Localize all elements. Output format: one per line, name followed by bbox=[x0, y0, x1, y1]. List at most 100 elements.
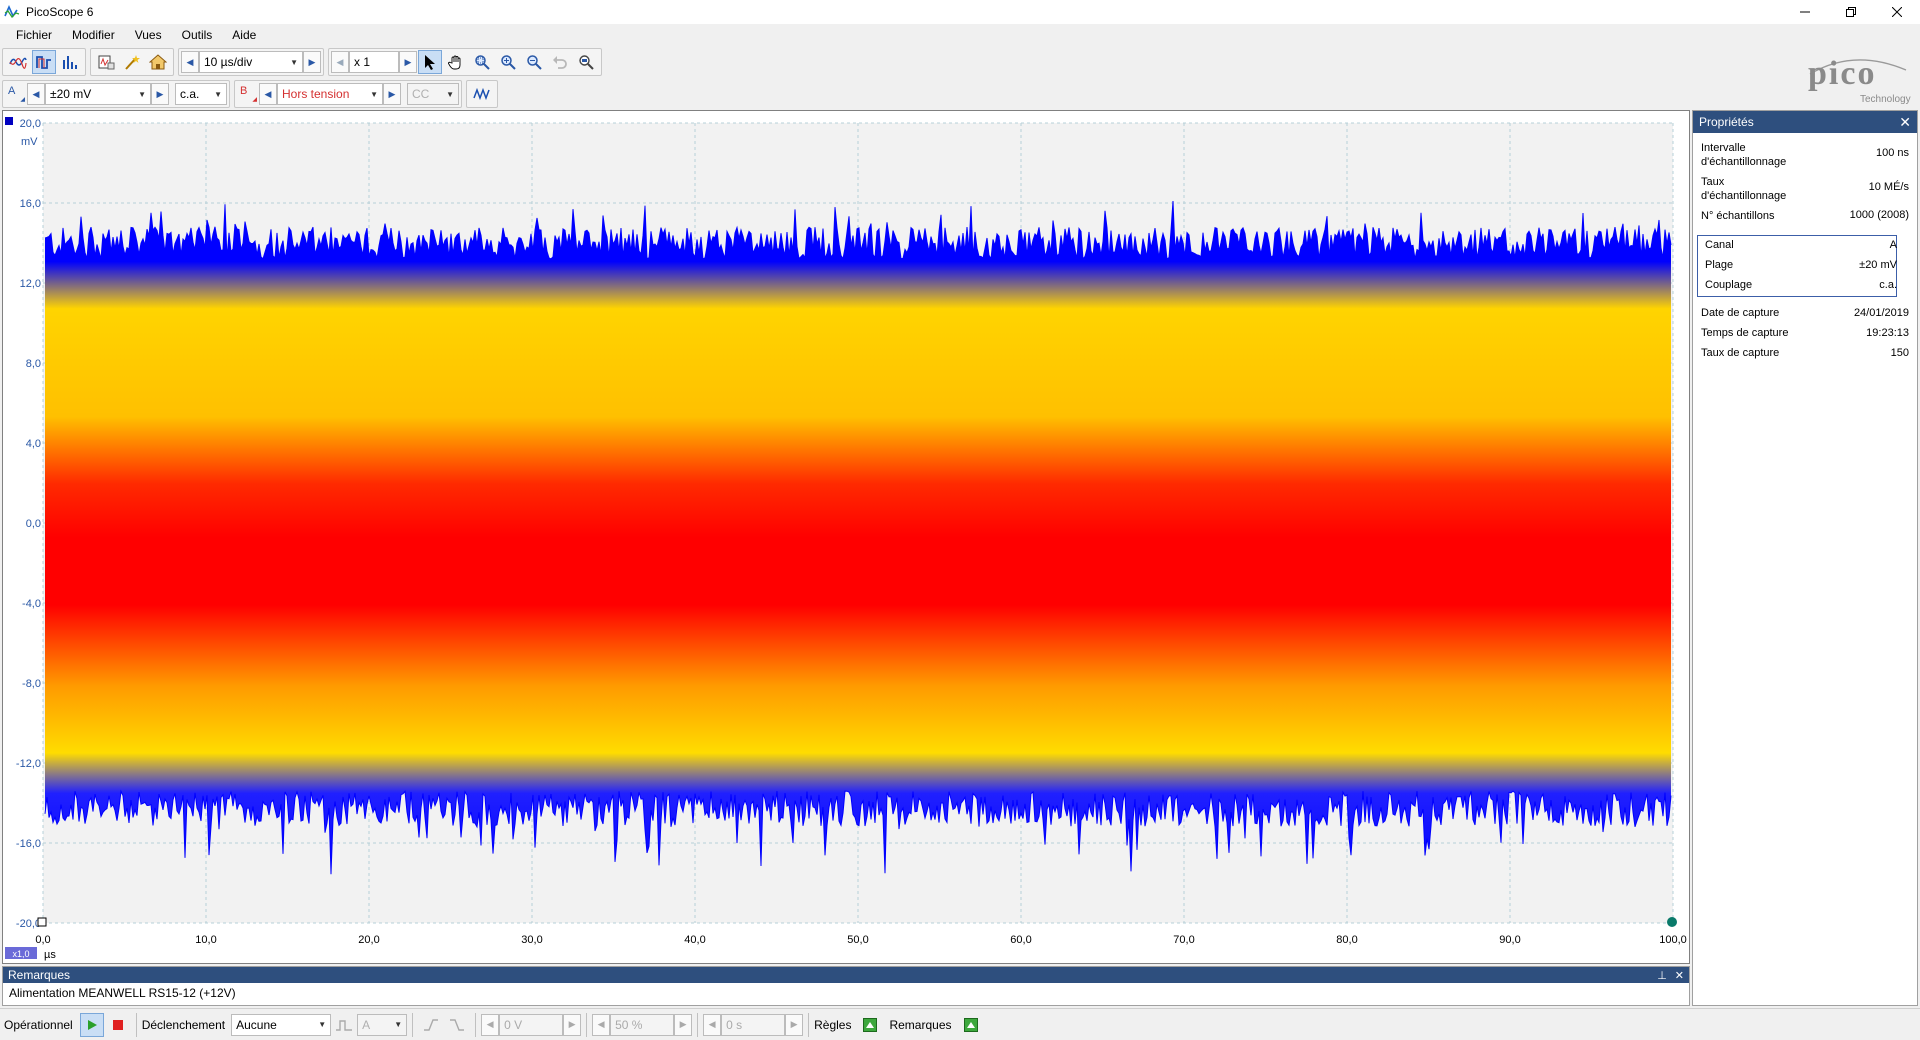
menu-outils[interactable]: Outils bbox=[172, 24, 223, 46]
home-button[interactable] bbox=[146, 50, 170, 74]
range-b-prev-button[interactable]: ◀ bbox=[259, 83, 277, 105]
timebase-value: 10 µs/div bbox=[204, 55, 253, 69]
prop-label: N° échantillons bbox=[1701, 210, 1775, 222]
prop-value: ±20 mV bbox=[1859, 259, 1897, 271]
rules-label: Règles bbox=[814, 1017, 852, 1032]
range-b-next-button[interactable]: ▶ bbox=[383, 83, 401, 105]
trigger-channel-select: A ▼ bbox=[357, 1013, 408, 1036]
menu-vues[interactable]: Vues bbox=[125, 24, 172, 46]
y-tick-label: -20,0 bbox=[16, 918, 41, 930]
divider bbox=[586, 1012, 588, 1037]
range-a-select[interactable]: ±20 mV ▼ bbox=[45, 83, 151, 105]
channel-a-button[interactable]: A ◢ bbox=[5, 83, 27, 105]
coupling-a-select[interactable]: c.a. ▼ bbox=[175, 83, 227, 105]
home-icon bbox=[149, 54, 167, 70]
timebase-prev-button[interactable]: ◀ bbox=[181, 51, 199, 73]
restore-button[interactable] bbox=[1828, 0, 1874, 24]
new-view-button[interactable] bbox=[94, 50, 118, 74]
y-tick-label: 4,0 bbox=[26, 438, 41, 450]
zoom-group: ◀ x 1 ▶ bbox=[328, 48, 602, 76]
menu-aide[interactable]: Aide bbox=[222, 24, 266, 46]
channel-toolbar: A ◢ ◀ ±20 mV ▼ ▶ c.a. ▼ B ◢ ◀ Hors tension… bbox=[0, 79, 502, 109]
minimize-button[interactable] bbox=[1782, 0, 1828, 24]
trigger-marker-icon[interactable] bbox=[37, 917, 47, 927]
menu-modifier[interactable]: Modifier bbox=[62, 24, 125, 46]
pretrigger-value: 50 % bbox=[615, 1017, 643, 1032]
undo-zoom-button[interactable] bbox=[548, 50, 572, 74]
prop-label: Plage bbox=[1705, 259, 1734, 271]
pico-technology-logo: pico Technology bbox=[1808, 55, 1911, 105]
end-marker-icon[interactable] bbox=[1667, 917, 1677, 927]
channel-a-label: A bbox=[8, 85, 16, 97]
range-a-prev-button[interactable]: ◀ bbox=[27, 83, 45, 105]
menu-fichier[interactable]: Fichier bbox=[6, 24, 62, 46]
zoom-badge: x1,0 bbox=[5, 947, 37, 959]
channel-b-label: B bbox=[240, 85, 248, 97]
trigger-label: Déclenchement bbox=[141, 1017, 226, 1032]
zoom-overview-button[interactable] bbox=[574, 50, 598, 74]
stop-button[interactable] bbox=[106, 1013, 130, 1037]
zoom-region-button[interactable] bbox=[470, 50, 494, 74]
persistence-mode-button[interactable] bbox=[32, 50, 56, 74]
persistence-graph[interactable]: 16,0 12,0 8,0 4,0 0,0 -4,0 -8,0 -12,0 -16,0 -20,0… bbox=[3, 111, 1689, 963]
y-tick-label: -4,0 bbox=[22, 598, 41, 610]
prop-row: Date de capture 24/01/2019 bbox=[1701, 307, 1909, 319]
timebase-next-button[interactable]: ▶ bbox=[303, 51, 321, 73]
run-button[interactable] bbox=[79, 1012, 104, 1037]
trigger-mode-select[interactable]: Aucune ▼ bbox=[231, 1013, 332, 1036]
trigger-channel-value: A bbox=[362, 1017, 371, 1032]
close-button[interactable] bbox=[1874, 0, 1920, 24]
chevron-down-icon: ▼ bbox=[318, 1020, 327, 1029]
math-channel-button[interactable] bbox=[470, 82, 494, 106]
timebase-select[interactable]: 10 µs/div ▼ bbox=[199, 51, 303, 73]
add-icon bbox=[963, 1017, 978, 1032]
channel-b-button[interactable]: B ◢ bbox=[237, 83, 259, 105]
x-tick-label: 70,0 bbox=[1173, 934, 1194, 946]
close-icon[interactable]: ✕ bbox=[1675, 969, 1684, 982]
zoom-next-button[interactable]: ▶ bbox=[399, 51, 417, 73]
notes-panel: Remarques ⊥ ✕ Alimentation MEANWELL RS15… bbox=[2, 966, 1690, 1006]
advanced-trigger-button bbox=[332, 1013, 356, 1037]
level-next-button: ▶ bbox=[563, 1013, 582, 1036]
prop-row: Couplage c.a. bbox=[1705, 279, 1897, 291]
pretrigger-next-button: ▶ bbox=[674, 1013, 693, 1036]
x-tick-label: 100,0 bbox=[1659, 934, 1687, 946]
y-tick-label: -8,0 bbox=[22, 678, 41, 690]
close-icon bbox=[1892, 7, 1902, 17]
chevron-down-icon: ▼ bbox=[138, 89, 146, 99]
spectrum-mode-button[interactable] bbox=[58, 50, 82, 74]
x-axis-ticks: 0,0 10,0 20,0 30,0 40,0 50,0 60,0 70,0 80,0 90,0 1… bbox=[35, 934, 1686, 946]
auto-setup-button[interactable] bbox=[120, 50, 144, 74]
trigger-delay-value: 0 s bbox=[726, 1017, 743, 1032]
close-icon[interactable]: ✕ bbox=[1899, 114, 1911, 131]
x-tick-label: 50,0 bbox=[847, 934, 868, 946]
prop-value: 100 ns bbox=[1875, 147, 1909, 159]
trigger-level-value: 0 V bbox=[504, 1017, 523, 1032]
delay-prev-button: ◀ bbox=[703, 1013, 722, 1036]
scope-mode-button[interactable] bbox=[6, 50, 30, 74]
prop-label: Taux d'échantillonnage bbox=[1701, 176, 1787, 202]
remarks-button[interactable] bbox=[959, 1013, 983, 1037]
x-tick-label: 80,0 bbox=[1336, 934, 1357, 946]
play-icon bbox=[87, 1019, 97, 1030]
channel-a-group: A ◢ ◀ ±20 mV ▼ ▶ c.a. ▼ bbox=[2, 80, 230, 108]
rules-button[interactable] bbox=[858, 1013, 882, 1037]
spectrum-icon bbox=[63, 56, 77, 69]
pico-logo: pico Technology bbox=[1794, 50, 1914, 106]
properties-panel: Propriétés ✕ Intervalle d'échantillonnag… bbox=[1692, 110, 1918, 1006]
y-tick-label: 12,0 bbox=[20, 278, 41, 290]
zoom-prev-button[interactable]: ◀ bbox=[331, 51, 349, 73]
hand-tool-button[interactable] bbox=[444, 50, 468, 74]
zoom-in-button[interactable] bbox=[496, 50, 520, 74]
prop-value: 10 MÉ/s bbox=[1868, 181, 1909, 193]
pointer-icon bbox=[425, 55, 435, 70]
range-b-select[interactable]: Hors tension ▼ bbox=[277, 83, 383, 105]
pin-icon[interactable]: ⊥ bbox=[1657, 969, 1667, 982]
scope-view[interactable]: 16,0 12,0 8,0 4,0 0,0 -4,0 -8,0 -12,0 -16,0 -20,0… bbox=[2, 110, 1690, 964]
pointer-tool-button[interactable] bbox=[418, 50, 442, 74]
zoom-factor-field[interactable]: x 1 bbox=[349, 51, 399, 73]
range-a-next-button[interactable]: ▶ bbox=[151, 83, 169, 105]
zoom-out-button[interactable] bbox=[522, 50, 546, 74]
notes-text[interactable]: Alimentation MEANWELL RS15-12 (+12V) bbox=[3, 983, 1689, 1003]
status-bar: Opérationnel Déclenchement Aucune ▼ A ▼ … bbox=[0, 1008, 1920, 1040]
